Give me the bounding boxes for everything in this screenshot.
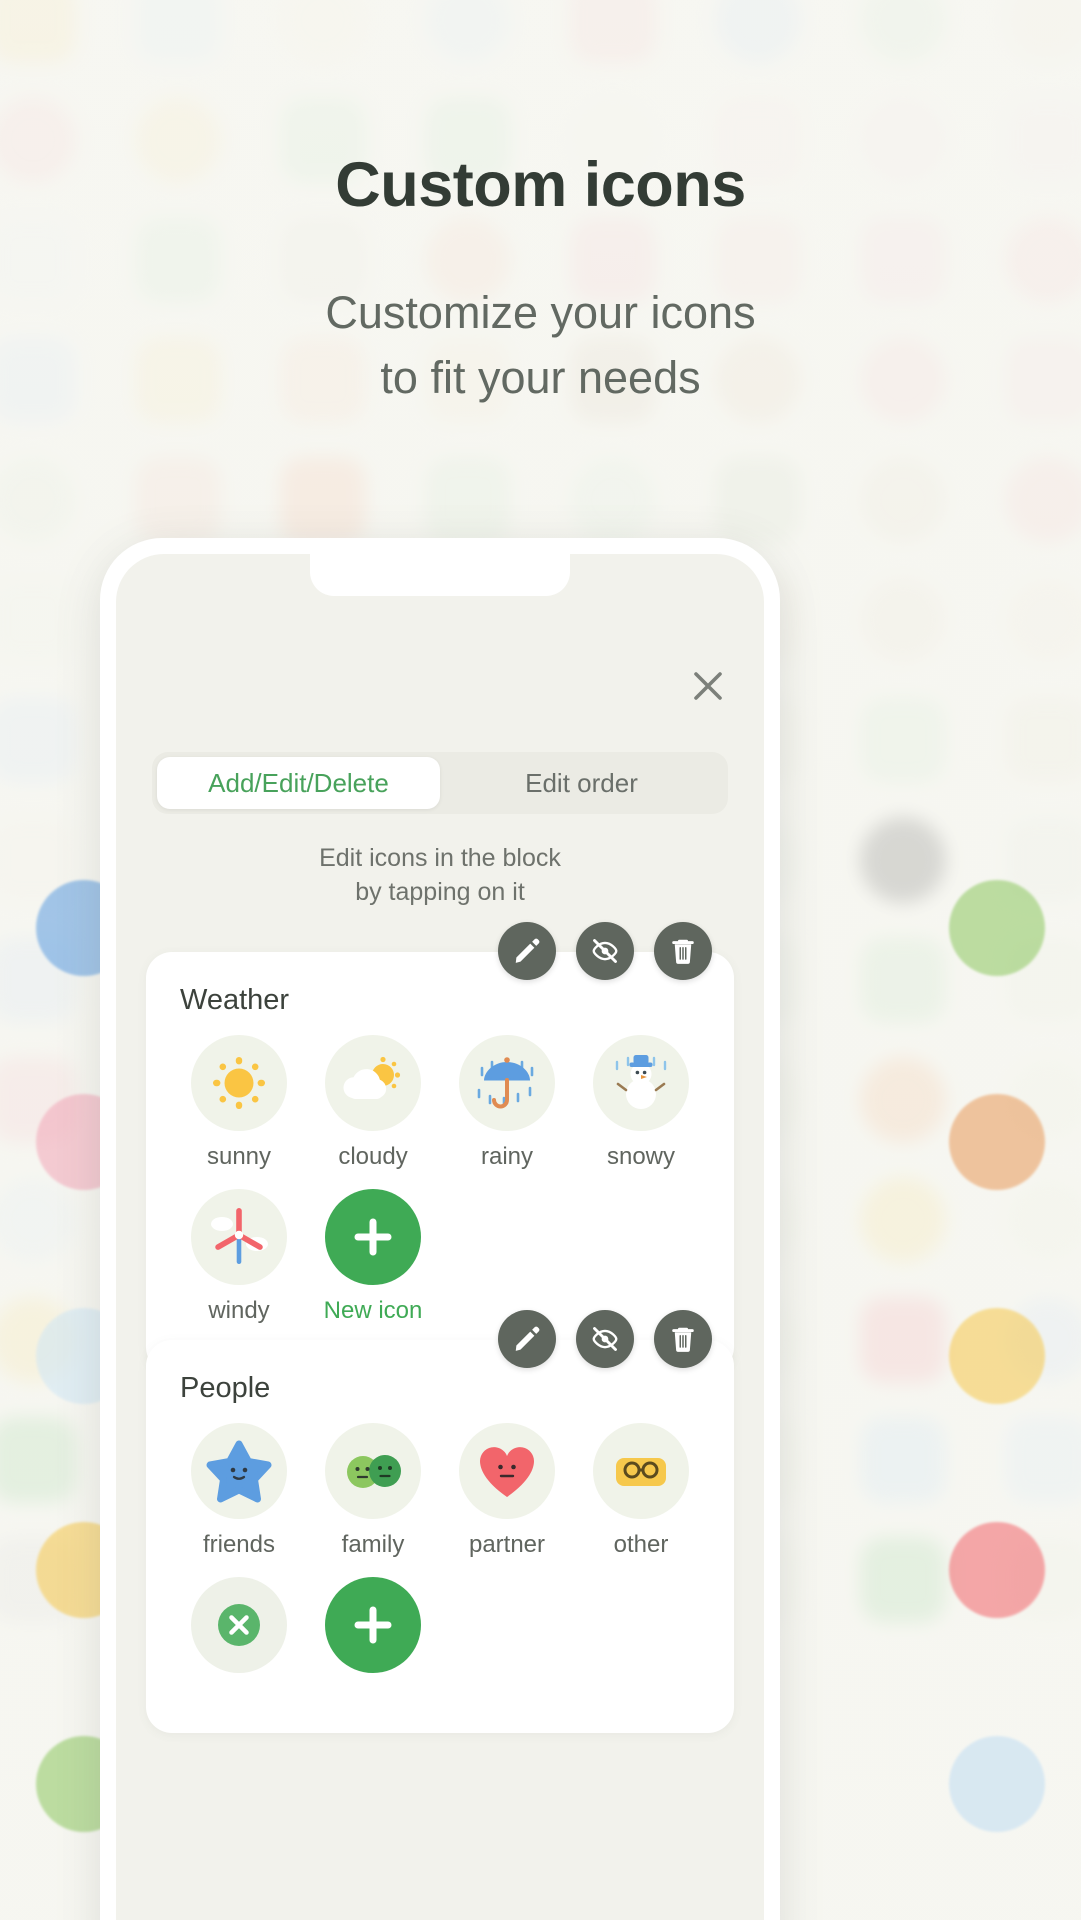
close-icon[interactable]	[686, 664, 730, 708]
icon-label-family: family	[342, 1531, 405, 1559]
two-faces-icon	[325, 1423, 421, 1519]
block-people-card: People friends family partner other	[146, 1340, 734, 1733]
star-face-icon	[191, 1423, 287, 1519]
plus-icon	[325, 1577, 421, 1673]
glasses-icon	[593, 1423, 689, 1519]
block-weather: Weather sunny cloudy rainy snowy windy N…	[146, 922, 734, 1373]
subtitle-line-2: to fit your needs	[0, 345, 1081, 410]
icon-cell-new-icon-people[interactable]	[306, 1577, 440, 1685]
pencil-icon[interactable]	[498, 1310, 556, 1368]
icon-cell-close-people[interactable]	[172, 1577, 306, 1685]
page-title: Custom icons	[0, 152, 1081, 218]
hint-line-1: Edit icons in the block	[116, 842, 764, 876]
sun-icon	[191, 1035, 287, 1131]
pencil-icon[interactable]	[498, 922, 556, 980]
block-people-icon-grid: friends family partner other	[172, 1423, 708, 1703]
wallpaper-strip-item	[949, 880, 1045, 976]
close-button-row	[686, 664, 730, 708]
headline-group: Custom icons Customize your icons to fit…	[0, 152, 1081, 411]
phone-notch	[310, 554, 570, 596]
tab-bar: Add/Edit/Delete Edit order	[152, 752, 728, 814]
subtitle-line-1: Customize your icons	[0, 280, 1081, 345]
icon-cell-snowy[interactable]: snowy	[574, 1035, 708, 1171]
eye-slash-icon[interactable]	[576, 922, 634, 980]
snowman-icon	[593, 1035, 689, 1131]
wallpaper-strip-item	[949, 1736, 1045, 1832]
plus-icon	[325, 1189, 421, 1285]
eye-slash-icon[interactable]	[576, 1310, 634, 1368]
wallpaper-strip-item	[949, 1094, 1045, 1190]
wallpaper-strip-right	[949, 880, 1045, 1920]
icon-cell-family[interactable]: family	[306, 1423, 440, 1559]
trash-icon[interactable]	[654, 922, 712, 980]
wallpaper-strip-item	[949, 1308, 1045, 1404]
block-weather-actions	[146, 922, 734, 980]
hint-text: Edit icons in the block by tapping on it	[116, 842, 764, 910]
icon-cell-windy[interactable]: windy	[172, 1189, 306, 1325]
phone-screen: Add/Edit/Delete Edit order Edit icons in…	[116, 554, 764, 1920]
icon-cell-new-icon-weather[interactable]: New icon	[306, 1189, 440, 1325]
icon-label-friends: friends	[203, 1531, 275, 1559]
close-circle-icon	[191, 1577, 287, 1673]
icon-label-snowy: snowy	[607, 1143, 675, 1171]
trash-icon[interactable]	[654, 1310, 712, 1368]
icon-label-sunny: sunny	[207, 1143, 271, 1171]
icon-cell-cloudy[interactable]: cloudy	[306, 1035, 440, 1171]
block-people-actions	[146, 1310, 734, 1368]
windmill-icon	[191, 1189, 287, 1285]
icon-cell-friends[interactable]: friends	[172, 1423, 306, 1559]
icon-label-cloudy: cloudy	[338, 1143, 407, 1171]
tab-edit-order[interactable]: Edit order	[440, 757, 723, 809]
phone-mockup: Add/Edit/Delete Edit order Edit icons in…	[100, 538, 780, 1920]
icon-label-rainy: rainy	[481, 1143, 533, 1171]
block-people-title: People	[180, 1372, 708, 1405]
icon-cell-rainy[interactable]: rainy	[440, 1035, 574, 1171]
heart-face-icon	[459, 1423, 555, 1519]
icon-label-partner: partner	[469, 1531, 545, 1559]
block-weather-title: Weather	[180, 984, 708, 1017]
wallpaper-strip-item	[949, 1522, 1045, 1618]
page-subtitle: Customize your icons to fit your needs	[0, 280, 1081, 411]
hint-line-2: by tapping on it	[116, 876, 764, 910]
block-people: People friends family partner other	[146, 1310, 734, 1733]
icon-cell-partner[interactable]: partner	[440, 1423, 574, 1559]
block-weather-icon-grid: sunny cloudy rainy snowy windy New icon	[172, 1035, 708, 1343]
icon-label-other: other	[614, 1531, 669, 1559]
icon-cell-sunny[interactable]: sunny	[172, 1035, 306, 1171]
cloud-sun-icon	[325, 1035, 421, 1131]
umbrella-rain-icon	[459, 1035, 555, 1131]
tab-add-edit-delete[interactable]: Add/Edit/Delete	[157, 757, 440, 809]
icon-cell-other[interactable]: other	[574, 1423, 708, 1559]
